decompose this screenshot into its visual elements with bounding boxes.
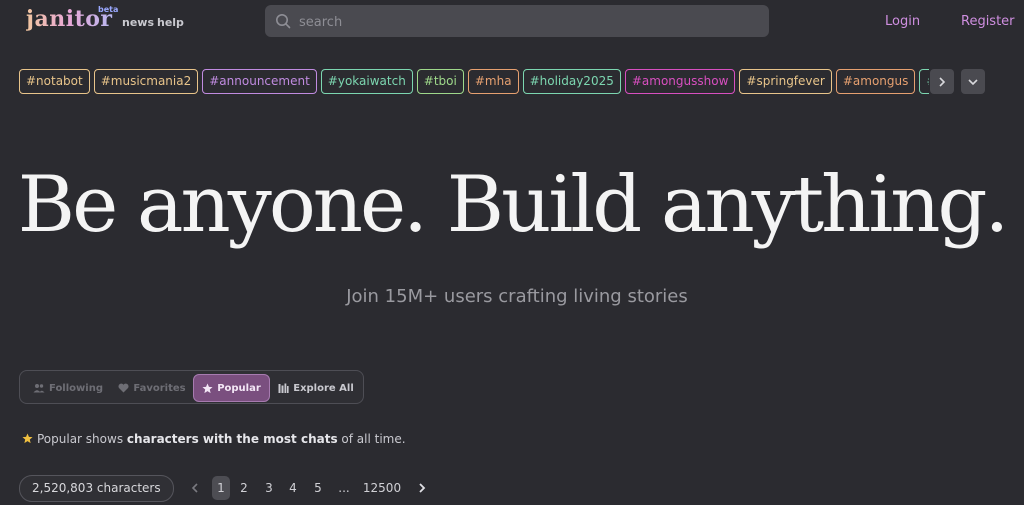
search-box[interactable] [265, 5, 769, 39]
star-icon [202, 382, 213, 393]
library-icon [278, 383, 289, 393]
beta-badge: beta [98, 5, 119, 14]
tags-scroll-right-button[interactable] [930, 69, 954, 94]
chevron-left-icon [191, 483, 198, 493]
character-count: 2,520,803 characters [19, 475, 174, 502]
top-bar: janitor beta news help Login Register [0, 0, 1024, 44]
tag-chip[interactable]: #notabot [19, 69, 90, 94]
filter-following-button[interactable]: Following [26, 374, 110, 402]
tags-expand-button[interactable] [961, 69, 985, 94]
tag-chip[interactable]: #2025 [919, 69, 929, 94]
sort-info-highlight: characters with the most chats [126, 432, 338, 446]
page-last-button[interactable]: 12500 [362, 476, 402, 500]
users-icon [33, 384, 45, 393]
chevron-down-icon [968, 78, 978, 85]
page-4-button[interactable]: 4 [285, 476, 301, 500]
filter-following-label: Following [49, 382, 103, 394]
tag-strip: #notabot #musicmania2 #announcement #yokaiw… [19, 69, 929, 94]
filter-popular-button[interactable]: Popular [193, 374, 270, 402]
tag-chip[interactable]: #springfever [739, 69, 832, 94]
filter-bar: Following Favorites Popular Explore All [19, 370, 364, 404]
search-input[interactable] [297, 5, 761, 39]
tag-chip[interactable]: #holiday2025 [522, 69, 621, 94]
tag-chip[interactable]: #musicmania2 [93, 69, 199, 94]
page-2-button[interactable]: 2 [236, 476, 252, 500]
page-5-button[interactable]: 5 [310, 476, 326, 500]
tag-chip[interactable]: #tboi [416, 69, 464, 94]
tag-chip[interactable]: #mha [467, 69, 519, 94]
heart-icon [118, 383, 129, 393]
filter-favorites-button[interactable]: Favorites [114, 374, 190, 402]
hero-title: Be anyone. Build anything. [17, 160, 1009, 250]
sort-info-suffix: of all time. [341, 432, 406, 446]
star-icon [22, 433, 33, 444]
next-page-button[interactable] [413, 476, 431, 500]
sort-info: Popular shows characters with the most c… [22, 432, 406, 446]
tag-chip[interactable]: #amongusshow [624, 69, 736, 94]
tag-chip[interactable]: #yokaiwatch [320, 69, 413, 94]
filter-explore-all-label: Explore All [293, 382, 354, 394]
nav-help-link[interactable]: help [157, 16, 184, 29]
prev-page-button[interactable] [186, 476, 204, 500]
page-ellipsis: ... [338, 481, 350, 495]
tag-chip[interactable]: #announcement [202, 69, 317, 94]
sort-info-prefix: Popular shows [37, 432, 124, 446]
filter-popular-label: Popular [217, 382, 261, 394]
tag-chip[interactable]: #amongus [835, 69, 916, 94]
register-link[interactable]: Register [961, 14, 1015, 29]
filter-explore-all-button[interactable]: Explore All [274, 374, 358, 402]
chevron-right-icon [419, 483, 426, 493]
filter-favorites-label: Favorites [133, 382, 186, 394]
page-3-button[interactable]: 3 [261, 476, 277, 500]
nav-news-link[interactable]: news [122, 16, 154, 29]
hero-subtitle: Join 15M+ users crafting living stories [346, 286, 688, 307]
page-1-button[interactable]: 1 [212, 476, 230, 500]
search-icon [276, 14, 291, 29]
login-link[interactable]: Login [885, 14, 920, 29]
chevron-right-icon [939, 76, 946, 87]
